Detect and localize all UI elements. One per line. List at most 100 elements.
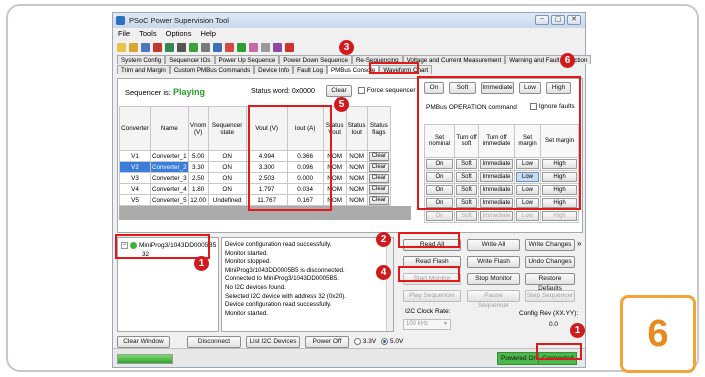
- log-scrollbar[interactable]: [386, 238, 393, 331]
- voltage-3v3-option[interactable]: 3.3V: [354, 337, 376, 345]
- stop-icon[interactable]: [285, 42, 294, 52]
- menu-file[interactable]: File: [118, 29, 130, 40]
- log-output: Device configuration read successfully. …: [221, 237, 394, 332]
- log-line: Connected to MiniProg3/1043DD0005B5.: [225, 275, 339, 283]
- status-iout-cell: NOM: [345, 172, 368, 184]
- tab-system-config[interactable]: System Config: [117, 55, 166, 64]
- state-cell: ON: [207, 161, 247, 173]
- tab-row-1: System Config Sequencer IOs Power Up Seq…: [117, 55, 592, 64]
- state-cell: ON: [207, 183, 247, 195]
- tab-trim-margin[interactable]: Trim and Margin: [117, 65, 170, 74]
- highlight-connected: [536, 343, 582, 360]
- stop-monitor-button[interactable]: Stop Monitor: [467, 273, 520, 285]
- radio-5v0[interactable]: [381, 337, 389, 345]
- app-icon: [116, 16, 125, 25]
- clear-flags-button[interactable]: Clear: [368, 162, 389, 172]
- minimize-button[interactable]: −: [535, 15, 549, 25]
- undo-changes-button[interactable]: Undo Changes: [525, 256, 575, 268]
- connect-icon[interactable]: [189, 42, 198, 52]
- restore-defaults-button[interactable]: Restore Defaults: [525, 273, 575, 292]
- expand-icon[interactable]: »: [577, 239, 581, 248]
- log-line: Monitor started.: [225, 249, 268, 257]
- op-row-immediate-button[interactable]: Immediate: [480, 211, 513, 221]
- menu-tools[interactable]: Tools: [139, 29, 157, 40]
- name-cell: Converter_2: [150, 161, 189, 173]
- i2c-clock-select[interactable]: 100 kHz ▾: [403, 319, 451, 330]
- pause-icon[interactable]: [249, 42, 258, 52]
- tab-power-down-sequence[interactable]: Power Down Sequence: [279, 55, 352, 64]
- menu-help[interactable]: Help: [200, 29, 215, 40]
- arrow-down-icon[interactable]: [225, 42, 234, 52]
- force-sequencer-option[interactable]: Force sequencer: [358, 87, 416, 94]
- write-all-button[interactable]: Write All: [467, 239, 520, 251]
- tab-device-info[interactable]: Device Info: [254, 65, 294, 74]
- list-i2c-devices-button[interactable]: List I2C Devices: [246, 335, 300, 348]
- wand-icon[interactable]: [201, 42, 210, 52]
- log-line: Monitor stopped.: [225, 258, 272, 266]
- converter-cell: V5: [119, 194, 151, 206]
- op-row-on-button[interactable]: On: [426, 211, 453, 221]
- powered-on-status: Powered On: [497, 352, 542, 365]
- save-icon[interactable]: [141, 42, 150, 52]
- step-number-card: 6: [620, 295, 696, 373]
- tab-custom-pmbus-commands[interactable]: Custom PMBus Commands: [169, 65, 255, 74]
- highlight-vout-iout-columns: [248, 105, 332, 211]
- step-icon[interactable]: [261, 42, 270, 52]
- play-sequencer-button[interactable]: Play Sequencer: [403, 290, 461, 302]
- new-file-icon[interactable]: [117, 42, 126, 52]
- callout-badge-1: 1: [194, 256, 209, 271]
- actions-panel: Read All Write All Write Changes » Read …: [399, 235, 585, 335]
- maximize-button[interactable]: ▢: [551, 15, 565, 25]
- toolbar: [117, 41, 294, 53]
- sequencer-state: Playing: [172, 87, 205, 97]
- monitor-icon[interactable]: [177, 42, 186, 52]
- arrow-up-icon[interactable]: [213, 42, 222, 52]
- force-sequencer-checkbox[interactable]: [358, 87, 365, 94]
- operation-row: On Soft Immediate Low High: [424, 209, 579, 223]
- clear-all-button[interactable]: Clear All: [326, 85, 352, 104]
- vnom-cell: 3.30: [187, 161, 209, 173]
- open-folder-icon[interactable]: [129, 42, 138, 52]
- progress-bar: [117, 354, 173, 364]
- radio-3v3[interactable]: [354, 337, 361, 345]
- i2c-clock-label: I2C Clock Rate:: [405, 308, 451, 315]
- chart-icon[interactable]: [273, 42, 282, 52]
- write-changes-button[interactable]: Write Changes: [525, 239, 575, 251]
- col-status-flags: Status flags: [366, 106, 392, 151]
- tab-sequencer-ios[interactable]: Sequencer IOs: [165, 55, 215, 64]
- state-cell: Undefined: [207, 194, 247, 206]
- name-cell: Converter_1: [150, 150, 189, 162]
- write-flash-button[interactable]: Write Flash: [467, 256, 520, 268]
- step-sequencer-button[interactable]: Step Sequencer: [525, 290, 575, 302]
- config-rev-value[interactable]: 0.0: [549, 321, 558, 328]
- menu-bar: File Tools Options Help: [113, 29, 216, 40]
- sequencer-label: Sequencer is:: [125, 88, 171, 97]
- col-status-iout: Status Iout: [345, 106, 368, 151]
- clear-flags-button[interactable]: Clear: [368, 184, 389, 194]
- play-icon[interactable]: [237, 42, 246, 52]
- tab-fault-log[interactable]: Fault Log: [293, 65, 327, 74]
- voltage-5v0-option[interactable]: 5.0V: [381, 337, 403, 345]
- callout-badge-4: 4: [376, 265, 391, 280]
- pause-sequencer-button[interactable]: Pause Sequencer: [467, 290, 520, 309]
- write-icon[interactable]: [165, 42, 174, 52]
- col-name: Name: [150, 106, 189, 151]
- op-row-high-button[interactable]: High: [542, 211, 577, 221]
- close-button[interactable]: ✕: [567, 15, 581, 25]
- col-converter: Converter: [119, 106, 151, 151]
- op-row-low-button[interactable]: Low: [516, 211, 539, 221]
- tab-power-up-sequence[interactable]: Power Up Sequence: [214, 55, 280, 64]
- clear-flags-button[interactable]: Clear: [368, 195, 389, 205]
- converter-cell: V2: [119, 161, 151, 173]
- power-off-button[interactable]: Power Off: [305, 335, 349, 348]
- disconnect-button[interactable]: Disconnect: [187, 335, 241, 348]
- tab-warning-fault-detection[interactable]: Warning and Fault Detection: [505, 55, 592, 64]
- clear-flags-button[interactable]: Clear: [368, 151, 389, 161]
- clear-window-button[interactable]: Clear Window: [117, 335, 170, 348]
- log-line: Device configuration read successfully.: [225, 301, 332, 309]
- clear-flags-button[interactable]: Clear: [368, 173, 389, 183]
- op-row-soft-button[interactable]: Soft: [456, 211, 477, 221]
- config-rev-label: Config Rev (XX.YY):: [519, 310, 579, 317]
- read-icon[interactable]: [153, 42, 162, 52]
- menu-options[interactable]: Options: [166, 29, 192, 40]
